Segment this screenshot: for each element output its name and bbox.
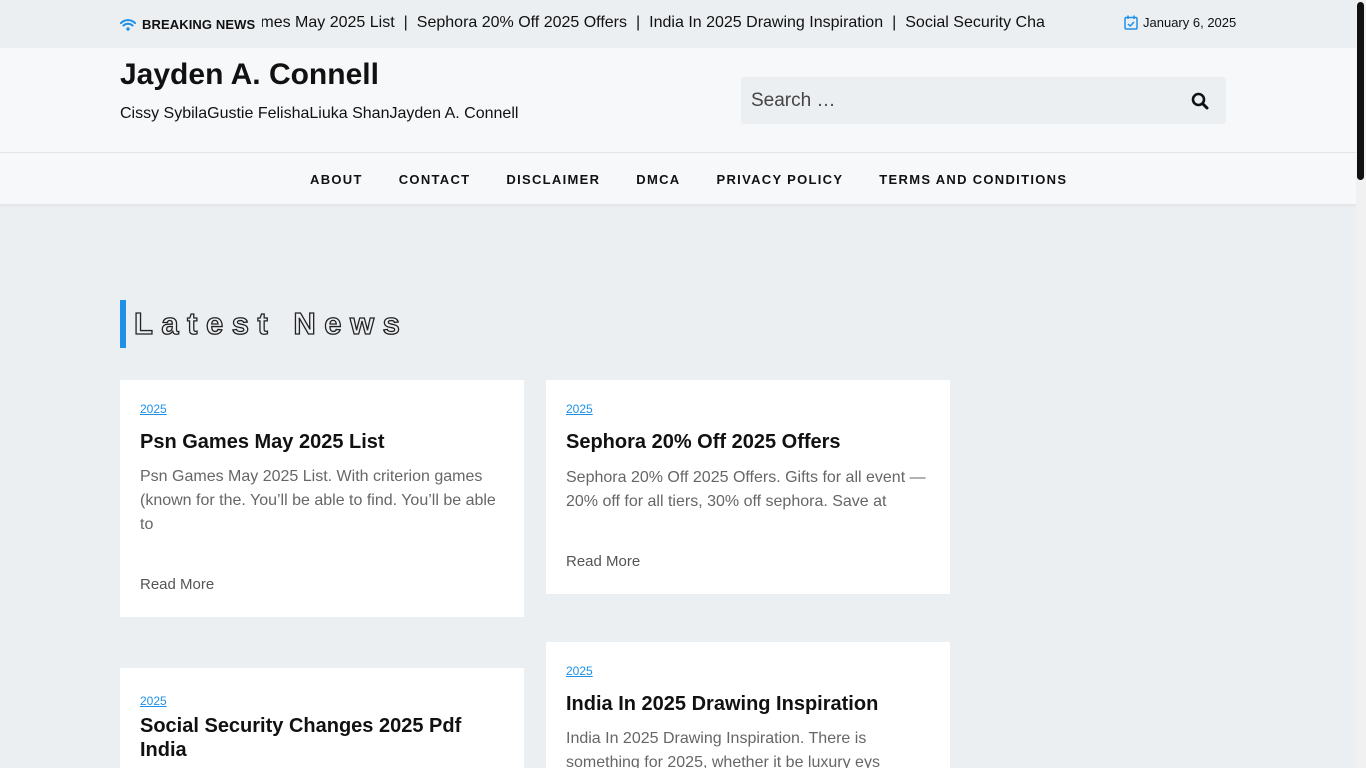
post-category-link[interactable]: 2025	[566, 664, 593, 678]
site-title[interactable]: Jayden A. Connell	[120, 58, 379, 92]
post-category-link[interactable]: 2025	[566, 402, 593, 416]
post-title[interactable]: Psn Games May 2025 List	[140, 430, 504, 455]
nav-item-about[interactable]: ABOUT	[292, 172, 381, 187]
main-navigation: ABOUT CONTACT DISCLAIMER DMCA PRIVACY PO…	[0, 152, 1356, 204]
current-date: January 6, 2025	[1124, 13, 1236, 31]
nav-item-disclaimer[interactable]: DISCLAIMER	[488, 172, 618, 187]
section-accent-bar	[120, 300, 126, 348]
post-card: 2025 India In 2025 Drawing Inspiration I…	[546, 642, 950, 768]
read-more-link[interactable]: Read More	[140, 576, 214, 593]
news-ticker: Psn Games May 2025 List | Sephora 20% Of…	[262, 13, 1046, 35]
read-more-link[interactable]: Read More	[566, 553, 640, 570]
post-category-link[interactable]: 2025	[140, 402, 167, 416]
nav-item-privacy-policy[interactable]: PRIVACY POLICY	[699, 172, 862, 187]
search-form	[741, 77, 1226, 124]
ticker-item[interactable]: Sephora 20% Off 2025 Offers	[417, 14, 627, 32]
breaking-news-label: BREAKING NEWS	[120, 16, 255, 32]
ticker-item[interactable]: Psn Games May 2025 List	[262, 14, 395, 32]
post-card: 2025 Social Security Changes 2025 Pdf In…	[120, 668, 524, 768]
nav-item-dmca[interactable]: DMCA	[618, 172, 698, 187]
ticker-item[interactable]: Social Security Changes 2025 Pdf India	[905, 14, 1046, 32]
search-button[interactable]	[1188, 89, 1212, 113]
calendar-check-icon	[1124, 15, 1138, 30]
ticker-separator: |	[892, 14, 897, 31]
ticker-separator: |	[636, 14, 641, 31]
date-text: January 6, 2025	[1143, 14, 1237, 30]
site-header: Jayden A. Connell Cissy SybilaGustie Fel…	[0, 48, 1356, 152]
nav-item-contact[interactable]: CONTACT	[381, 172, 489, 187]
post-card: 2025 Sephora 20% Off 2025 Offers Sephora…	[546, 380, 950, 594]
section-heading: Latest News	[120, 300, 408, 348]
post-excerpt: India In 2025 Drawing Inspiration. There…	[566, 730, 880, 768]
nav-item-terms-and-conditions[interactable]: TERMS AND CONDITIONS	[861, 172, 1085, 187]
post-excerpt: Sephora 20% Off 2025 Offers. Gifts for a…	[566, 469, 926, 510]
post-title[interactable]: Social Security Changes 2025 Pdf India	[140, 714, 504, 762]
post-category-link[interactable]: 2025	[140, 694, 167, 708]
breaking-news-bar: BREAKING NEWS Psn Games May 2025 List | …	[0, 0, 1356, 48]
post-excerpt: Psn Games May 2025 List. With criterion …	[140, 468, 496, 533]
scrollbar-thumb[interactable]	[1357, 2, 1364, 180]
ticker-item[interactable]: India In 2025 Drawing Inspiration	[649, 14, 883, 32]
post-title[interactable]: India In 2025 Drawing Inspiration	[566, 692, 930, 717]
section-title: Latest News	[133, 305, 409, 341]
breaking-news-text: BREAKING NEWS	[142, 16, 256, 32]
search-icon	[1191, 92, 1209, 110]
post-card: 2025 Psn Games May 2025 List Psn Games M…	[120, 380, 524, 617]
wifi-icon	[120, 18, 136, 31]
search-input[interactable]	[741, 77, 1171, 124]
post-title[interactable]: Sephora 20% Off 2025 Offers	[566, 430, 930, 455]
ticker-separator: |	[403, 14, 408, 31]
site-description: Cissy SybilaGustie FelishaLiuka ShanJayd…	[120, 105, 519, 122]
